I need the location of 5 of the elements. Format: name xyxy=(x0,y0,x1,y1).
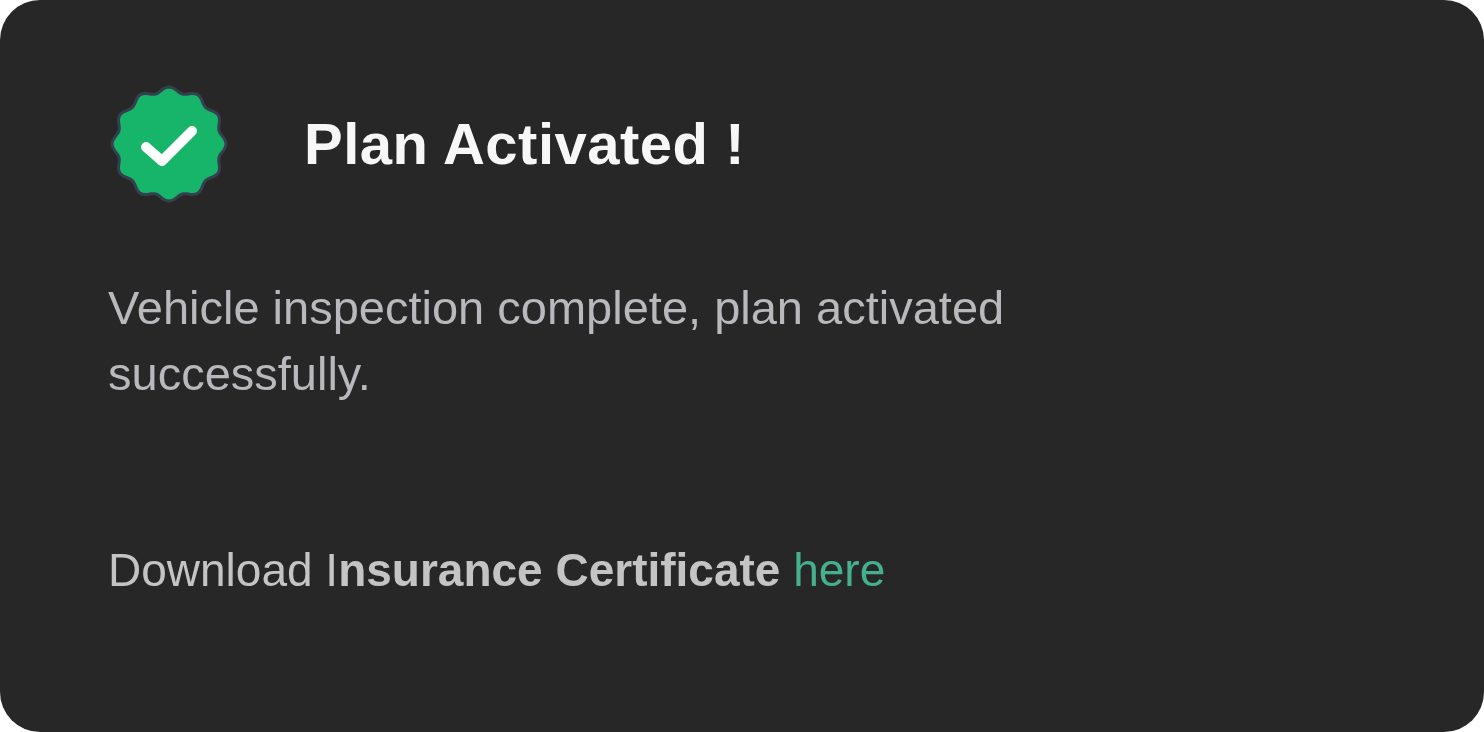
download-link[interactable]: here xyxy=(793,544,886,596)
message-text: Vehicle inspection complete, plan activated successfully. xyxy=(108,280,1006,402)
download-text: Download Insurance Certificate here xyxy=(108,543,887,597)
title: Plan Activated ! xyxy=(304,112,745,176)
check-badge-icon xyxy=(108,83,230,205)
